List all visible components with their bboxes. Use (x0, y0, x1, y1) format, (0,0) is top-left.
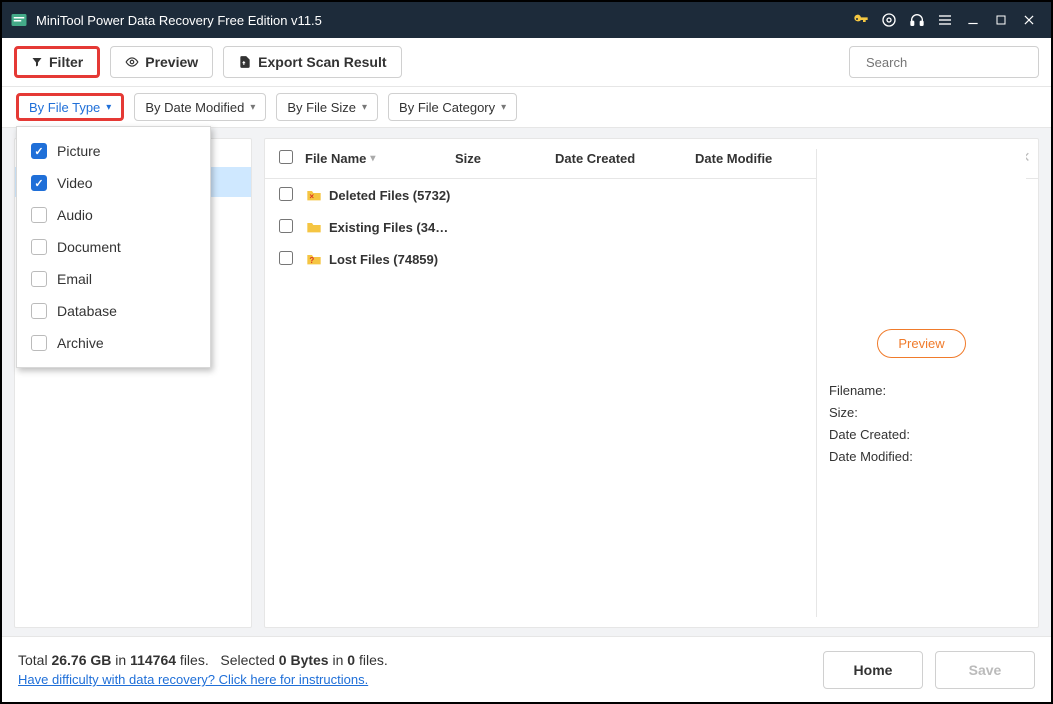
filter-file-type-label: By File Type (29, 100, 100, 115)
close-icon[interactable] (1015, 6, 1043, 34)
chevron-down-icon: ▾ (501, 102, 506, 113)
save-button[interactable]: Save (935, 651, 1035, 689)
checkbox-icon[interactable] (31, 175, 47, 191)
chevron-down-icon: ▾ (250, 102, 255, 113)
filter-date-modified-label: By Date Modified (145, 100, 244, 115)
chevron-down-icon: ▾ (362, 102, 367, 113)
preview-panel: Preview Filename: Size: Date Created: Da… (816, 149, 1026, 617)
funnel-icon (31, 56, 43, 68)
app-title: MiniTool Power Data Recovery Free Editio… (36, 13, 322, 28)
help-link[interactable]: Have difficulty with data recovery? Clic… (18, 672, 388, 687)
filter-file-category[interactable]: By File Category ▾ (388, 93, 517, 121)
dropdown-item-email[interactable]: Email (17, 263, 210, 295)
footer-summary: Total 26.76 GB in 114764 files. Selected… (18, 652, 388, 668)
filter-label: Filter (49, 54, 83, 70)
filter-button[interactable]: Filter (14, 46, 100, 78)
filter-file-type[interactable]: By File Type ▾ (16, 93, 124, 121)
meta-size: Size: (829, 402, 1014, 424)
export-label: Export Scan Result (258, 54, 386, 70)
search-input[interactable] (866, 55, 1042, 70)
file-list-panel: × File Name ▾ Size Date Created Date Mod… (264, 138, 1039, 628)
row-checkbox[interactable] (279, 251, 293, 265)
deleted-folder-icon: × (305, 187, 323, 203)
dropdown-label: Email (57, 271, 92, 287)
checkbox-icon[interactable] (31, 207, 47, 223)
checkbox-icon[interactable] (31, 303, 47, 319)
dropdown-item-video[interactable]: Video (17, 167, 210, 199)
disc-icon[interactable] (875, 6, 903, 34)
lost-folder-icon: ? (305, 251, 323, 267)
filter-file-size[interactable]: By File Size ▾ (276, 93, 378, 121)
main-toolbar: Filter Preview Export Scan Result (2, 38, 1051, 86)
dropdown-item-archive[interactable]: Archive (17, 327, 210, 359)
dropdown-item-database[interactable]: Database (17, 295, 210, 327)
dropdown-label: Picture (57, 143, 101, 159)
dropdown-item-picture[interactable]: Picture (17, 135, 210, 167)
dropdown-label: Video (57, 175, 93, 191)
checkbox-icon[interactable] (31, 143, 47, 159)
maximize-icon[interactable] (987, 6, 1015, 34)
headphones-icon[interactable] (903, 6, 931, 34)
export-icon (238, 55, 252, 69)
checkbox-icon[interactable] (31, 335, 47, 351)
dropdown-label: Document (57, 239, 121, 255)
search-box[interactable] (849, 46, 1039, 78)
row-checkbox[interactable] (279, 187, 293, 201)
sort-arrow-icon: ▾ (370, 153, 375, 164)
upgrade-key-icon[interactable] (847, 6, 875, 34)
col-date-created[interactable]: Date Created (555, 151, 695, 166)
row-checkbox[interactable] (279, 219, 293, 233)
select-all-checkbox[interactable] (279, 150, 293, 164)
home-button[interactable]: Home (823, 651, 923, 689)
preview-button[interactable]: Preview (110, 46, 213, 78)
menu-icon[interactable] (931, 6, 959, 34)
status-footer: Total 26.76 GB in 114764 files. Selected… (2, 636, 1051, 702)
titlebar: MiniTool Power Data Recovery Free Editio… (2, 2, 1051, 38)
checkbox-icon[interactable] (31, 271, 47, 287)
filter-file-size-label: By File Size (287, 100, 356, 115)
meta-filename: Filename: (829, 380, 1014, 402)
export-button[interactable]: Export Scan Result (223, 46, 401, 78)
filter-bar: By File Type ▾ By Date Modified ▾ By File … (2, 86, 1051, 128)
dropdown-item-document[interactable]: Document (17, 231, 210, 263)
filter-file-category-label: By File Category (399, 100, 495, 115)
dropdown-item-audio[interactable]: Audio (17, 199, 210, 231)
dropdown-label: Archive (57, 335, 104, 351)
app-icon (10, 11, 28, 29)
checkbox-icon[interactable] (31, 239, 47, 255)
preview-label: Preview (145, 54, 198, 70)
col-size[interactable]: Size (455, 151, 555, 166)
svg-text:?: ? (309, 256, 314, 265)
meta-date-created: Date Created: (829, 424, 1014, 446)
filter-date-modified[interactable]: By Date Modified ▾ (134, 93, 266, 121)
existing-folder-icon (305, 219, 323, 235)
chevron-down-icon: ▾ (106, 102, 111, 113)
svg-text:×: × (309, 192, 314, 201)
col-filename[interactable]: File Name (305, 151, 366, 166)
eye-icon (125, 55, 139, 69)
minimize-icon[interactable] (959, 6, 987, 34)
dropdown-label: Database (57, 303, 117, 319)
dropdown-label: Audio (57, 207, 93, 223)
preview-file-button[interactable]: Preview (877, 329, 965, 358)
meta-date-modified: Date Modified: (829, 446, 1014, 468)
file-type-dropdown[interactable]: Picture Video Audio Document Email Datab… (16, 126, 211, 368)
